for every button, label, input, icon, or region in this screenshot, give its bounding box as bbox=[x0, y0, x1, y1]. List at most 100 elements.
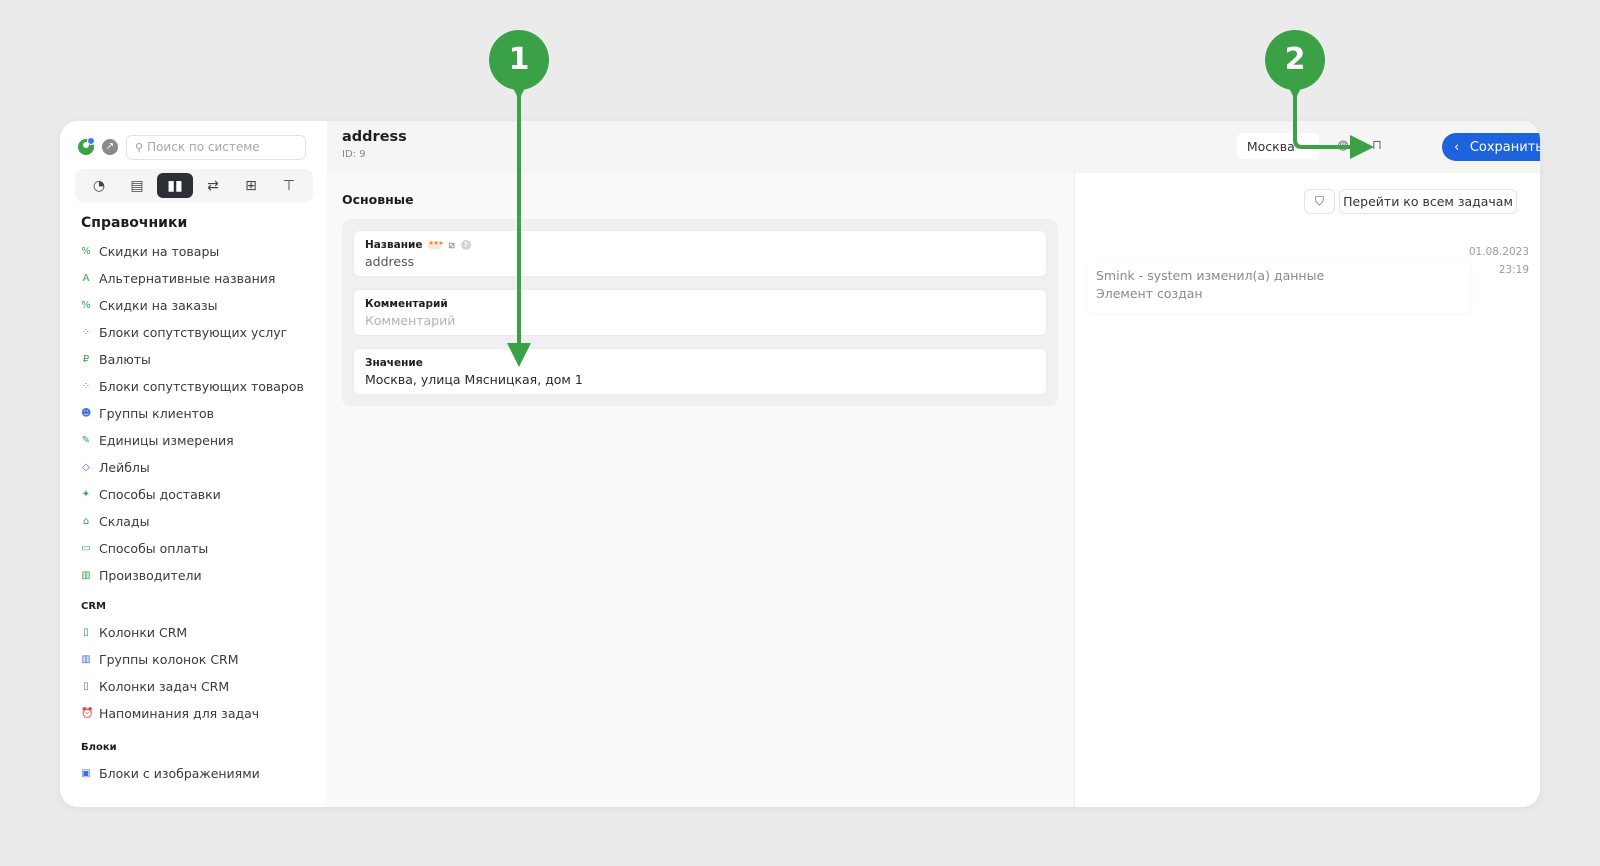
sidebar-item[interactable]: ₽ Валюты bbox=[81, 346, 304, 373]
alarm-icon: ⏰ bbox=[81, 708, 94, 719]
page-id: ID: 9 bbox=[342, 149, 366, 160]
history-entry: Smink - system изменил(а) данные Элемент… bbox=[1087, 261, 1471, 313]
annotation-marker-2: 2 bbox=[1265, 30, 1325, 90]
history-timestamp: 01.08.2023 23:19 bbox=[1469, 243, 1529, 279]
city-select-value: Москва bbox=[1246, 138, 1295, 154]
page-title: address bbox=[342, 129, 407, 145]
sidebar-item[interactable]: ▥ Группы колонок CRM bbox=[81, 646, 259, 673]
sidebar-item[interactable]: ▣ Блоки с изображениями bbox=[81, 760, 260, 787]
sidebar-item-label: Напоминания для задач bbox=[99, 706, 260, 721]
name-field[interactable]: Название ••• ⧄ ? address bbox=[353, 230, 1047, 277]
value-field-value: Москва, улица Мясницкая, дом 1 bbox=[365, 372, 583, 387]
card-icon: ▭ bbox=[81, 543, 91, 554]
sidebar-item[interactable]: A Альтернативные названия bbox=[81, 265, 304, 292]
save-button[interactable]: ‹ Сохранить + bbox=[1442, 133, 1540, 161]
value-field-label: Значение bbox=[365, 357, 423, 369]
annotation-marker-1: 1 bbox=[489, 30, 549, 90]
image-icon: ▣ bbox=[81, 768, 91, 779]
sidebar-tabs: ◔ ▤ ▮▮ ⇄ ⊞ ⊤ bbox=[75, 169, 313, 202]
name-field-label: Название bbox=[365, 239, 423, 251]
sidebar-item[interactable]: ▥ Производители bbox=[81, 562, 304, 589]
sidebar-item-label: Блоки сопутствующих услуг bbox=[99, 325, 288, 340]
walk-icon: ✦ bbox=[81, 489, 91, 500]
name-field-value: address bbox=[365, 254, 415, 269]
sidebar-list: % Скидки на товары A Альтернативные названи… bbox=[81, 238, 304, 589]
sidebar-item[interactable]: ⁘ Блоки сопутствующих услуг bbox=[81, 319, 304, 346]
sidebar-item-label: Валюты bbox=[99, 352, 151, 367]
sidebar-item-label: Колонки CRM bbox=[99, 625, 188, 640]
sidebar-item[interactable]: ⌂ Склады bbox=[81, 508, 304, 535]
history-date: 01.08.2023 bbox=[1468, 246, 1529, 258]
sidebar-item[interactable]: % Скидки на заказы bbox=[81, 292, 304, 319]
user-avatar-icon[interactable] bbox=[78, 137, 95, 155]
sidebar-blocks-list: ▣ Блоки с изображениями bbox=[81, 760, 260, 787]
search-icon: ⚲ bbox=[135, 140, 144, 154]
sidebar-item[interactable]: ✎ Единицы измерения bbox=[81, 427, 304, 454]
users-icon: ☻ bbox=[81, 408, 92, 419]
sidebar-item-label: Блоки сопутствующих товаров bbox=[99, 379, 304, 394]
sidebar-item-label: Лейблы bbox=[99, 460, 150, 475]
page-header: address ID: 9 Москва ⌄ ◍ ⊓ ‹ Сохранить + bbox=[327, 121, 1540, 173]
name-field-label-row: Название ••• ⧄ ? bbox=[365, 239, 1035, 251]
arrow-link-icon[interactable]: ↗ bbox=[102, 139, 118, 155]
lock-icon[interactable]: ⊓ bbox=[1369, 138, 1385, 154]
sidebar-item[interactable]: % Скидки на товары bbox=[81, 238, 304, 265]
sidebar-item[interactable]: ▯ Колонки задач CRM bbox=[81, 673, 259, 700]
ruler-icon: ✎ bbox=[81, 435, 91, 446]
percent-icon: % bbox=[81, 300, 91, 311]
sidebar-item[interactable]: ☻ Группы клиентов bbox=[81, 400, 304, 427]
sidebar-section-title: Справочники bbox=[81, 215, 188, 231]
chevron-down-icon: ⌄ bbox=[1300, 140, 1310, 152]
sidebar: ↗ ⚲ ◔ ▤ ▮▮ ⇄ ⊞ ⊤ Справочники % Скидки на … bbox=[60, 121, 327, 807]
sidebar-item-label: Скидки на товары bbox=[99, 244, 220, 259]
sidebar-item-label: Производители bbox=[99, 568, 202, 583]
comment-field[interactable]: Комментарий Комментарий bbox=[353, 289, 1047, 336]
tag-icon: ◇ bbox=[82, 462, 90, 473]
factory-icon: ▥ bbox=[81, 570, 91, 581]
percent-icon: % bbox=[81, 246, 91, 257]
section-title: Основные bbox=[342, 192, 414, 207]
sidebar-item[interactable]: ✦ Способы доставки bbox=[81, 481, 304, 508]
save-button-label: Сохранить bbox=[1469, 139, 1540, 155]
letter-a-icon: A bbox=[82, 273, 90, 284]
sidebar-item[interactable]: ⁘ Блоки сопутствующих товаров bbox=[81, 373, 304, 400]
sidebar-item-label: Колонки задач CRM bbox=[99, 679, 230, 694]
main-content: Основные Название ••• ⧄ ? address Коммен… bbox=[327, 173, 1074, 807]
history-time: 23:19 bbox=[1498, 264, 1529, 276]
help-icon[interactable]: ? bbox=[460, 240, 471, 250]
sidebar-item[interactable]: ▭ Способы оплаты bbox=[81, 535, 304, 562]
speedometer-icon[interactable]: ◔ bbox=[81, 173, 117, 198]
plus-square-icon[interactable]: ⊞ bbox=[233, 173, 269, 198]
column-icon: ▯ bbox=[83, 627, 89, 638]
history-panel: ⛉ Перейти ко всем задачам 01.08.2023 23:… bbox=[1074, 173, 1540, 807]
all-tasks-button[interactable]: Перейти ко всем задачам bbox=[1339, 189, 1517, 214]
sidebar-top-bar: ↗ ⚲ bbox=[78, 134, 306, 160]
image-icon[interactable]: ▤ bbox=[119, 173, 155, 198]
sliders-icon[interactable]: ⇄ bbox=[195, 173, 231, 198]
stamp-icon[interactable]: ⊤ bbox=[271, 173, 307, 198]
filter-button[interactable]: ⛉ bbox=[1304, 189, 1335, 214]
sidebar-crm-title: CRM bbox=[81, 601, 106, 612]
sidebar-item-label: Группы клиентов bbox=[99, 406, 214, 421]
chevron-left-icon: ‹ bbox=[1454, 139, 1460, 155]
city-select[interactable]: Москва ⌄ bbox=[1237, 133, 1319, 159]
sidebar-item-label: Скидки на заказы bbox=[99, 298, 218, 313]
translate-icon[interactable]: ⧄ bbox=[448, 240, 454, 251]
history-description: Элемент создан bbox=[1096, 286, 1203, 301]
sidebar-item-label: Блоки с изображениями bbox=[99, 766, 260, 781]
sidebar-item-label: Склады bbox=[99, 514, 150, 529]
column-icon: ▯ bbox=[83, 681, 89, 692]
value-field[interactable]: Значение Москва, улица Мясницкая, дом 1 bbox=[353, 348, 1047, 395]
search-input[interactable] bbox=[147, 140, 298, 154]
globe-icon[interactable]: ◍ bbox=[1335, 138, 1351, 154]
app-window: ↗ ⚲ ◔ ▤ ▮▮ ⇄ ⊞ ⊤ Справочники % Скидки на … bbox=[60, 121, 1540, 807]
sidebar-item[interactable]: ◇ Лейблы bbox=[81, 454, 304, 481]
sidebar-item[interactable]: ▯ Колонки CRM bbox=[81, 619, 259, 646]
comment-field-label: Комментарий bbox=[365, 298, 448, 310]
search-box[interactable]: ⚲ bbox=[126, 134, 306, 160]
dots-badge-icon[interactable]: ••• bbox=[428, 240, 444, 249]
sidebar-item-label: Альтернативные названия bbox=[99, 271, 276, 286]
comment-field-placeholder: Комментарий bbox=[365, 313, 456, 328]
sidebar-item[interactable]: ⏰ Напоминания для задач bbox=[81, 700, 259, 727]
book-icon[interactable]: ▮▮ bbox=[157, 173, 193, 198]
